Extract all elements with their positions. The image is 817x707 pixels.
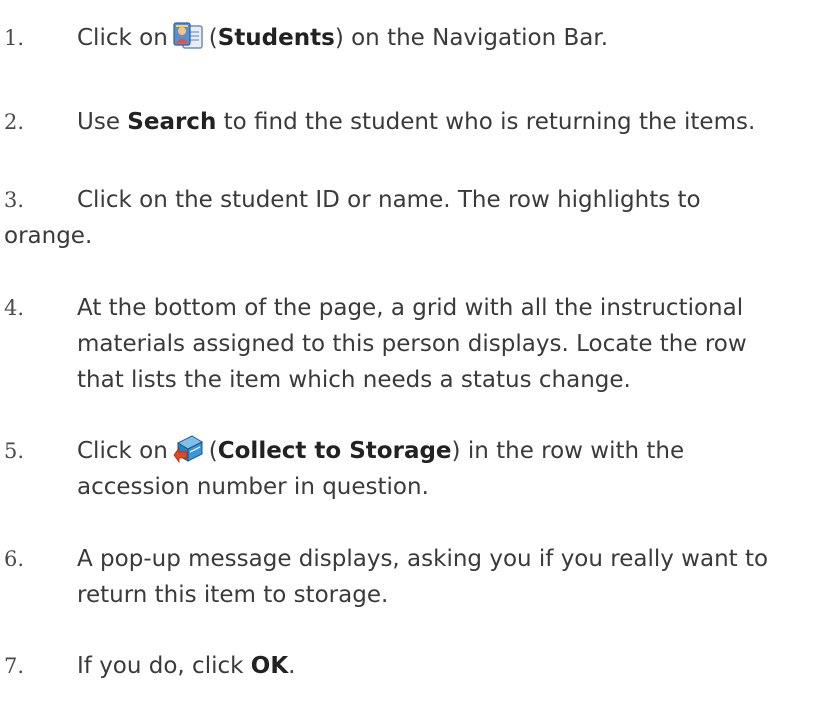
step-text: Click on (Collect to Storage) in the row…: [77, 433, 800, 505]
step-text: At the bottom of the page, a grid with a…: [77, 295, 747, 393]
ok-label: OK: [250, 653, 289, 679]
step-text: If you do, click OK.: [77, 653, 296, 679]
step-number: 2.: [4, 110, 25, 134]
collect-to-storage-label: Collect to Storage: [217, 438, 452, 464]
step-5: 5. Click on (Collect to Storage) in the …: [0, 433, 800, 505]
step-1: 1. Click on (Students) on the Navigation…: [0, 20, 800, 56]
step-3: 3. Click on the student ID or name. The …: [0, 182, 800, 254]
students-label: Students: [217, 25, 335, 51]
step-text-line-2: orange.: [4, 223, 93, 249]
step-4: 4. At the bottom of the page, a grid wit…: [0, 290, 800, 398]
step-number: 5.: [4, 439, 25, 463]
step-number: 7.: [4, 654, 25, 678]
collect-to-storage-icon: [173, 435, 203, 464]
step-text: Click on (Students) on the Navigation Ba…: [77, 20, 800, 56]
search-label: Search: [127, 109, 217, 135]
step-number: 1.: [4, 26, 25, 50]
step-6: 6. A pop-up message displays, asking you…: [0, 541, 800, 613]
step-text: Use Search to find the student who is re…: [77, 109, 756, 135]
step-2: 2. Use Search to find the student who is…: [0, 104, 800, 140]
students-icon: [173, 22, 203, 49]
instructions-document: 1. Click on (Students) on the Navigation…: [0, 0, 817, 707]
step-text: A pop-up message displays, asking you if…: [77, 546, 769, 608]
step-number: 4.: [4, 296, 25, 320]
step-number: 3.: [4, 188, 25, 212]
step-text-line-1: Click on the student ID or name. The row…: [77, 187, 701, 213]
step-number: 6.: [4, 547, 25, 571]
step-7: 7. If you do, click OK.: [0, 648, 800, 684]
